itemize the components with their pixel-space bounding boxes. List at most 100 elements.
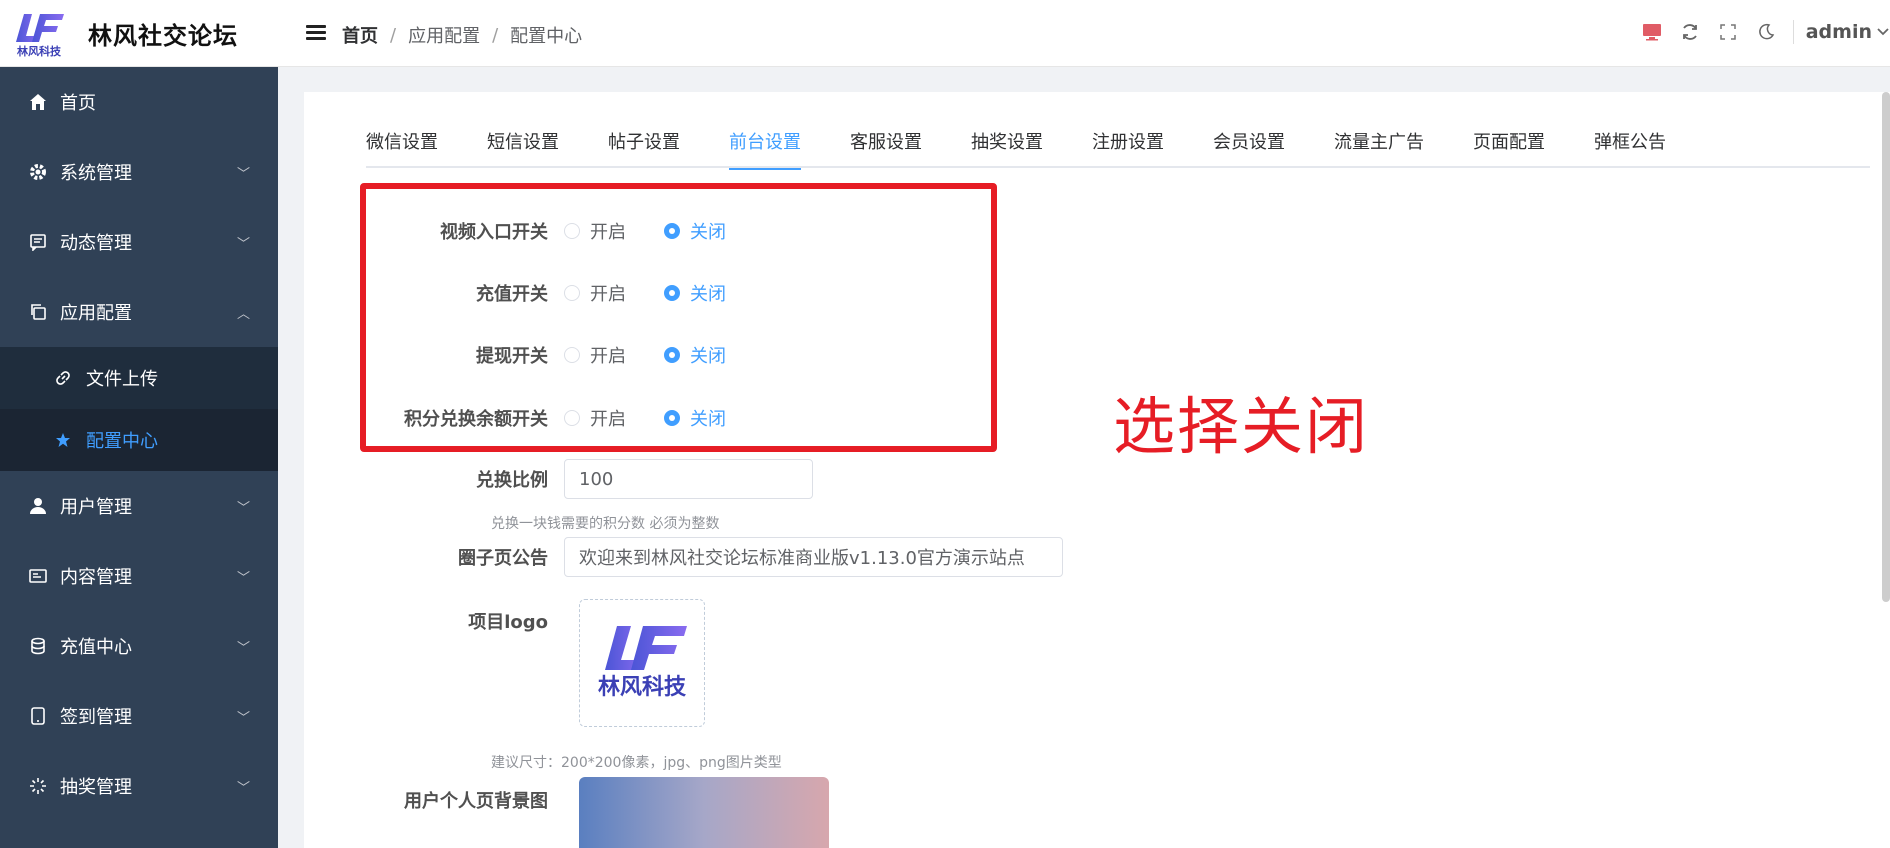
breadcrumb-app-config[interactable]: 应用配置 (408, 22, 480, 48)
form-row-notice: 圈子页公告 (304, 537, 1063, 577)
sidebar-subitem-config-center[interactable]: 配置中心 (0, 409, 278, 471)
form-row-logo: 项目logo (304, 608, 564, 634)
form-label: 提现开关 (476, 346, 548, 367)
tab-register[interactable]: 注册设置 (1092, 122, 1164, 168)
form-label: 积分兑换余额开关 (404, 409, 548, 430)
chevron-up-icon: ︿ (236, 307, 250, 322)
form-row-recharge: 充值开关 开启 关闭 (304, 280, 764, 306)
tab-lottery[interactable]: 抽奖设置 (971, 122, 1043, 168)
sidebar-item-dynamic[interactable]: 动态管理 ﹀ (0, 207, 278, 277)
database-icon (28, 636, 48, 656)
breadcrumb-home[interactable]: 首页 (342, 22, 378, 48)
sidebar-item-users[interactable]: 用户管理 ﹀ (0, 471, 278, 541)
loading-icon (28, 776, 48, 796)
logo-uploader[interactable]: 林风科技 (579, 599, 705, 727)
sidebar-item-label: 充值中心 (60, 637, 132, 658)
breadcrumb-config-center: 配置中心 (510, 26, 583, 47)
radio-withdraw-on[interactable]: 开启 (564, 342, 626, 368)
user-menu[interactable]: admin (1806, 21, 1872, 43)
sidebar-item-app-config[interactable]: 应用配置 ︿ (0, 277, 278, 347)
chevron-down-icon: ﹀ (236, 781, 250, 796)
radio-label: 关闭 (690, 409, 726, 430)
profile-background-image[interactable] (579, 777, 829, 848)
notice-input[interactable] (564, 537, 1063, 577)
header-divider (1792, 20, 1794, 44)
page-scrollbar[interactable] (1882, 92, 1890, 602)
form-label: 充值开关 (476, 284, 548, 305)
tab-traffic-ads[interactable]: 流量主广告 (1334, 122, 1424, 168)
ratio-input[interactable] (564, 459, 813, 499)
chevron-down-icon: ﹀ (236, 641, 250, 656)
message-icon (28, 232, 48, 252)
radio-dot (564, 347, 580, 363)
breadcrumb-separator: / (390, 24, 397, 46)
chevron-down-icon: ﹀ (236, 571, 250, 586)
breadcrumb: 首页 / 应用配置 / 配置中心 (342, 22, 582, 48)
brand[interactable]: 林风科技 林风社交论坛 (0, 0, 278, 67)
svg-text:林风科技: 林风科技 (17, 44, 62, 58)
radio-video-on[interactable]: 开启 (564, 218, 626, 244)
radio-dot (664, 347, 680, 363)
tab-wechat[interactable]: 微信设置 (366, 122, 438, 168)
radio-points-off[interactable]: 关闭 (664, 405, 726, 431)
radio-points-on[interactable]: 开启 (564, 405, 626, 431)
form-row-video-entry: 视频入口开关 开启 关闭 (304, 218, 764, 244)
sidebar-item-label: 应用配置 (60, 303, 132, 324)
config-tabs: 微信设置 短信设置 帖子设置 前台设置 客服设置 抽奖设置 注册设置 会员设置 … (366, 122, 1870, 170)
sidebar-item-content[interactable]: 内容管理 ﹀ (0, 541, 278, 611)
project-logo-image: 林风科技 (598, 626, 687, 700)
form-row-withdraw: 提现开关 开启 关闭 (304, 342, 764, 368)
home-icon (28, 92, 48, 112)
menu-toggle-icon[interactable] (306, 25, 326, 41)
star-icon (54, 431, 72, 449)
monitor-icon[interactable] (1641, 21, 1663, 43)
sidebar-subitem-file-upload[interactable]: 文件上传 (0, 347, 278, 409)
radio-label: 关闭 (690, 222, 726, 243)
copy-icon (28, 302, 48, 322)
config-card: 微信设置 短信设置 帖子设置 前台设置 客服设置 抽奖设置 注册设置 会员设置 … (304, 92, 1890, 848)
radio-dot (564, 285, 580, 301)
gear-icon (28, 162, 48, 182)
tab-page-config[interactable]: 页面配置 (1473, 122, 1545, 168)
radio-label: 开启 (590, 409, 626, 430)
sidebar-item-lottery[interactable]: 抽奖管理 ﹀ (0, 751, 278, 821)
radio-withdraw-off[interactable]: 关闭 (664, 342, 726, 368)
svg-text:林风科技: 林风科技 (598, 675, 687, 700)
radio-label: 关闭 (690, 346, 726, 367)
ratio-hint: 兑换一块钱需要的积分数 必须为整数 (491, 516, 720, 532)
sidebar-item-label: 首页 (60, 93, 96, 114)
sidebar-item-checkin[interactable]: 签到管理 ﹀ (0, 681, 278, 751)
radio-dot (664, 285, 680, 301)
tab-sms[interactable]: 短信设置 (487, 122, 559, 168)
radio-recharge-off[interactable]: 关闭 (664, 280, 726, 306)
tab-customer-service[interactable]: 客服设置 (850, 122, 922, 168)
tab-post[interactable]: 帖子设置 (608, 122, 680, 168)
form-label: 用户个人页背景图 (404, 791, 548, 812)
sidebar-subitem-label: 配置中心 (86, 431, 158, 452)
tab-popup-notice[interactable]: 弹框公告 (1594, 122, 1666, 168)
sidebar-item-label: 系统管理 (60, 163, 132, 184)
chevron-down-icon: ﹀ (236, 711, 250, 726)
fullscreen-icon[interactable] (1717, 21, 1739, 43)
radio-video-off[interactable]: 关闭 (664, 218, 726, 244)
form-row-background: 用户个人页背景图 (304, 787, 564, 813)
sidebar-subitem-label: 文件上传 (86, 369, 158, 390)
tab-membership[interactable]: 会员设置 (1213, 122, 1285, 168)
card-icon (28, 566, 48, 586)
radio-dot (664, 410, 680, 426)
sidebar-item-label: 内容管理 (60, 567, 132, 588)
radio-dot (664, 223, 680, 239)
sidebar-item-home[interactable]: 首页 (0, 67, 278, 137)
breadcrumb-separator: / (492, 24, 499, 46)
radio-recharge-on[interactable]: 开启 (564, 280, 626, 306)
tab-frontend[interactable]: 前台设置 (729, 122, 801, 170)
moon-icon[interactable] (1755, 21, 1777, 43)
logo-hint: 建议尺寸：200*200像素，jpg、png图片类型 (491, 755, 782, 771)
form-label: 项目logo (468, 612, 548, 633)
sidebar: 首页 系统管理 ﹀ 动态管理 ﹀ 应用配置 ︿ 文件上传 配置中心 用户管理 ﹀… (0, 67, 278, 848)
radio-label: 开启 (590, 222, 626, 243)
sidebar-item-system[interactable]: 系统管理 ﹀ (0, 137, 278, 207)
sidebar-item-recharge[interactable]: 充值中心 ﹀ (0, 611, 278, 681)
chevron-down-icon[interactable] (1876, 21, 1890, 43)
refresh-icon[interactable] (1679, 21, 1701, 43)
